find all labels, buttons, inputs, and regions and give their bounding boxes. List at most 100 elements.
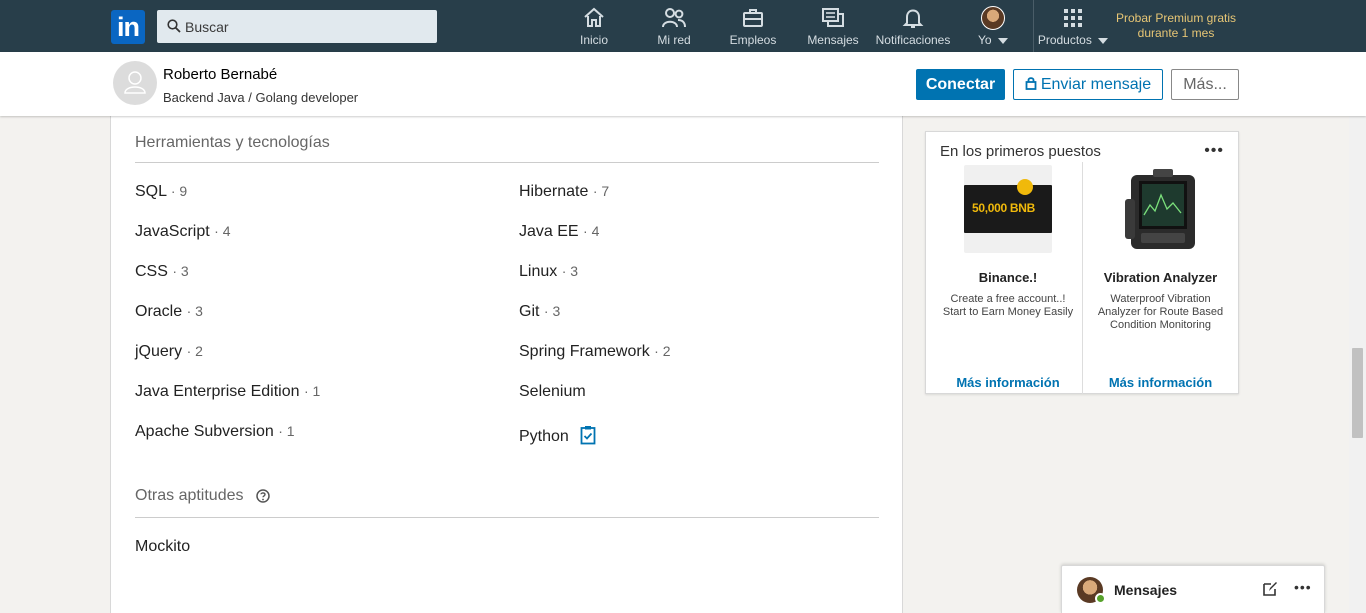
send-message-button[interactable]: Enviar mensaje	[1013, 69, 1163, 100]
nav-me[interactable]: Yo	[975, 6, 1011, 50]
caret-down-icon	[997, 37, 1008, 44]
other-skills-heading: Otras aptitudes	[135, 487, 270, 505]
lock-icon	[1025, 76, 1037, 90]
ad-item[interactable]: Vibration Analyzer Waterproof Vibration …	[1082, 162, 1238, 394]
skill-name: Mockito	[135, 538, 191, 555]
skill-endorsement-count: · 9	[170, 183, 188, 199]
skill-item[interactable]: jQuery · 2	[135, 343, 203, 361]
skill-item[interactable]: Java EE · 4	[519, 223, 599, 241]
other-skills-heading-text: Otras aptitudes	[135, 487, 244, 504]
nav-divider	[1033, 0, 1034, 52]
search-box[interactable]	[157, 10, 437, 43]
skill-endorsement-count: · 1	[303, 383, 321, 399]
skill-item[interactable]: CSS · 3	[135, 263, 189, 281]
nav-notifications-label: Notificaciones	[875, 33, 951, 47]
connect-button[interactable]: Conectar	[916, 69, 1005, 100]
skill-name: Python	[519, 428, 569, 445]
device-image	[1124, 169, 1195, 249]
skill-name: Linux	[519, 263, 558, 280]
search-icon	[167, 19, 181, 33]
skill-endorsement-count: · 7	[592, 183, 610, 199]
nav-products-label: Productos	[1037, 33, 1092, 47]
more-options-icon[interactable]: •••	[1204, 142, 1224, 160]
nav-messages[interactable]: Mensajes	[806, 6, 860, 50]
nav-home-label: Inicio	[579, 33, 608, 47]
linkedin-logo[interactable]: in	[111, 10, 145, 44]
skill-name: Java EE	[519, 223, 579, 240]
scrollbar-track[interactable]	[1349, 52, 1366, 613]
more-options-icon[interactable]: •••	[1294, 579, 1312, 595]
scrollbar-thumb[interactable]	[1352, 348, 1363, 438]
skill-endorsement-count: · 4	[214, 223, 231, 239]
nav-me-label: Yo	[978, 33, 992, 47]
tools-divider	[135, 162, 879, 163]
messaging-bar[interactable]: Mensajes •••	[1061, 565, 1325, 613]
skill-item[interactable]: Apache Subversion · 1	[135, 423, 295, 441]
skill-endorsement-count: · 3	[172, 263, 189, 279]
skill-item[interactable]: Linux · 3	[519, 263, 578, 281]
grid-icon	[1064, 9, 1082, 27]
online-status-indicator	[1095, 593, 1106, 604]
other-skills-divider	[135, 517, 879, 518]
nav-products[interactable]: Productos	[1036, 6, 1110, 50]
ad-image-text: 50,000 BNB	[972, 201, 1036, 215]
profile-name[interactable]: Roberto Bernabé	[163, 66, 277, 83]
skill-name: Selenium	[519, 383, 586, 400]
ad-description: Create a free account..! Start to Earn M…	[942, 293, 1074, 318]
ad-name: Vibration Analyzer	[1103, 270, 1218, 285]
ad-more-info-link[interactable]: Más información	[1083, 375, 1238, 390]
more-button[interactable]: Más...	[1171, 69, 1239, 100]
skill-assessment-badge-icon[interactable]	[580, 425, 596, 445]
skill-endorsement-count: · 3	[543, 303, 561, 319]
skill-item[interactable]: Spring Framework · 2	[519, 343, 671, 361]
skill-endorsement-count: · 4	[583, 223, 600, 239]
nav-messages-label: Mensajes	[807, 33, 859, 47]
caret-down-icon	[1098, 37, 1109, 44]
skill-name: Spring Framework	[519, 343, 650, 360]
avatar	[981, 6, 1005, 30]
skill-name: Java Enterprise Edition	[135, 383, 300, 400]
bell-icon	[902, 9, 924, 28]
ad-item[interactable]: 50,000 BNB Binance.! Create a free accou…	[930, 162, 1086, 394]
skill-name: Hibernate	[519, 183, 589, 200]
nav-my-network-label: Mi red	[657, 33, 691, 47]
skill-name: CSS	[135, 263, 168, 280]
search-input[interactable]	[185, 10, 430, 43]
messaging-label: Mensajes	[1114, 582, 1178, 598]
nav-home[interactable]: Inicio	[573, 6, 615, 50]
skill-item[interactable]: Selenium	[519, 383, 586, 401]
skill-name: JavaScript	[135, 223, 210, 240]
skill-item[interactable]: Hibernate · 7	[519, 183, 609, 201]
ads-heading: En los primeros puestos	[940, 143, 1101, 160]
top-nav: in Inicio Mi red Empleos Mensajes Notifi…	[0, 0, 1366, 52]
network-icon	[662, 8, 686, 28]
skill-name: Oracle	[135, 303, 183, 320]
ad-description: Waterproof Vibration Analyzer for Route …	[1097, 293, 1224, 331]
skill-name: Git	[519, 303, 540, 320]
profile-avatar[interactable]	[113, 61, 157, 105]
ad-image-vibration-analyzer[interactable]	[1116, 165, 1205, 253]
nav-my-network[interactable]: Mi red	[653, 6, 695, 50]
nav-jobs[interactable]: Empleos	[729, 6, 777, 50]
help-icon[interactable]	[256, 489, 270, 503]
skill-item[interactable]: Git · 3	[519, 303, 560, 321]
promoted-ads-card: En los primeros puestos ••• 50,000 BNB B…	[925, 131, 1239, 394]
premium-trial-link[interactable]: Probar Premium gratis durante 1 mes	[1110, 11, 1242, 41]
skill-item[interactable]: Mockito	[135, 538, 190, 556]
nav-notifications[interactable]: Notificaciones	[874, 6, 952, 50]
messages-icon	[822, 8, 844, 27]
compose-icon[interactable]	[1262, 581, 1278, 597]
skill-item[interactable]: Java Enterprise Edition · 1	[135, 383, 320, 401]
send-message-label: Enviar mensaje	[1040, 75, 1152, 93]
ad-image-binance[interactable]: 50,000 BNB	[964, 165, 1052, 253]
skill-item[interactable]: Python	[519, 425, 596, 446]
skill-endorsement-count: · 2	[186, 343, 203, 359]
premium-line-2: durante 1 mes	[1137, 26, 1215, 40]
skill-item[interactable]: SQL · 9	[135, 183, 187, 201]
skill-endorsement-count: · 2	[654, 343, 671, 359]
ad-more-info-link[interactable]: Más información	[930, 375, 1086, 390]
skill-item[interactable]: Oracle · 3	[135, 303, 203, 321]
ad-name: Binance.!	[978, 270, 1038, 285]
skill-endorsement-count: · 3	[561, 263, 579, 279]
skill-item[interactable]: JavaScript · 4	[135, 223, 231, 241]
